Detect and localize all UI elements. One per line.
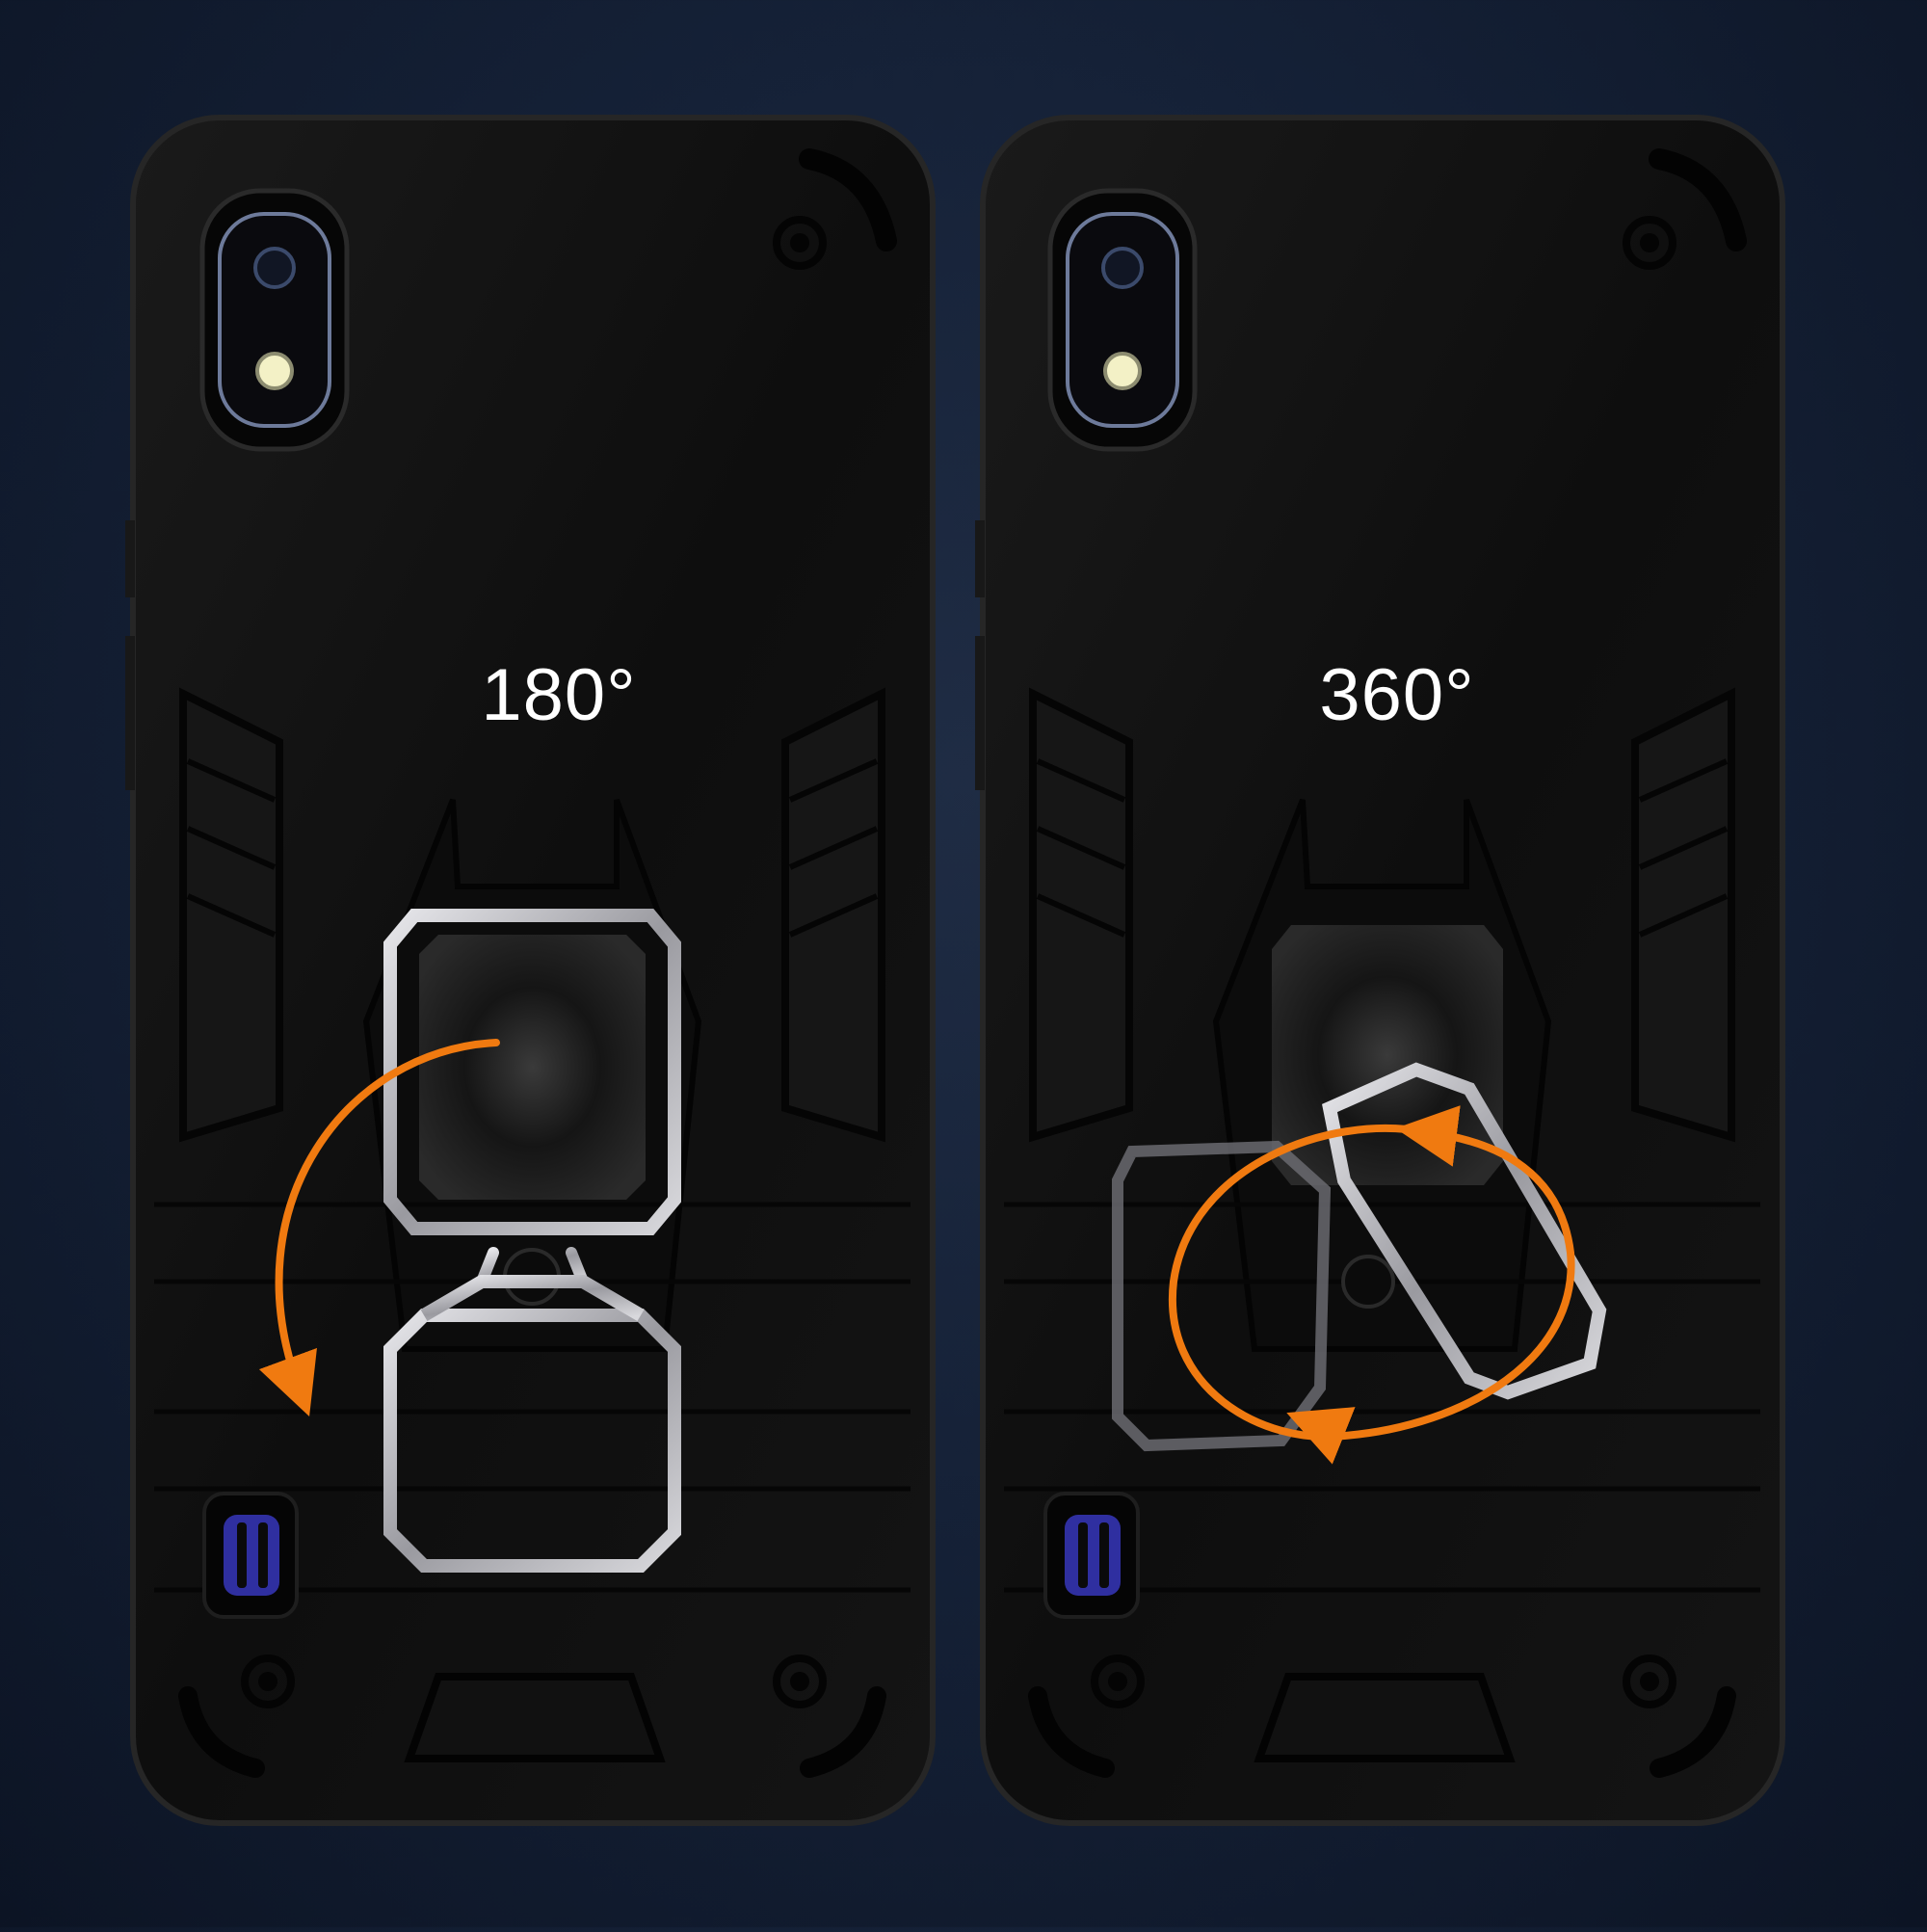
camera-module-left [199,188,350,452]
rotation-label-360: 360° [1319,654,1475,736]
speaker-grille-right [1043,1492,1140,1619]
rotation-label-180: 180° [481,654,637,736]
side-vent-left-b [781,687,885,1143]
phone-case-right [975,115,1785,1826]
side-vent-left-a [179,687,283,1143]
speaker-grille-left [202,1492,299,1619]
product-scene: 180° 360° [0,0,1927,1927]
side-vent-right-b [1631,687,1735,1143]
phone-case-left [125,115,936,1826]
camera-module-right [1047,188,1198,452]
side-vent-right-a [1029,687,1133,1143]
